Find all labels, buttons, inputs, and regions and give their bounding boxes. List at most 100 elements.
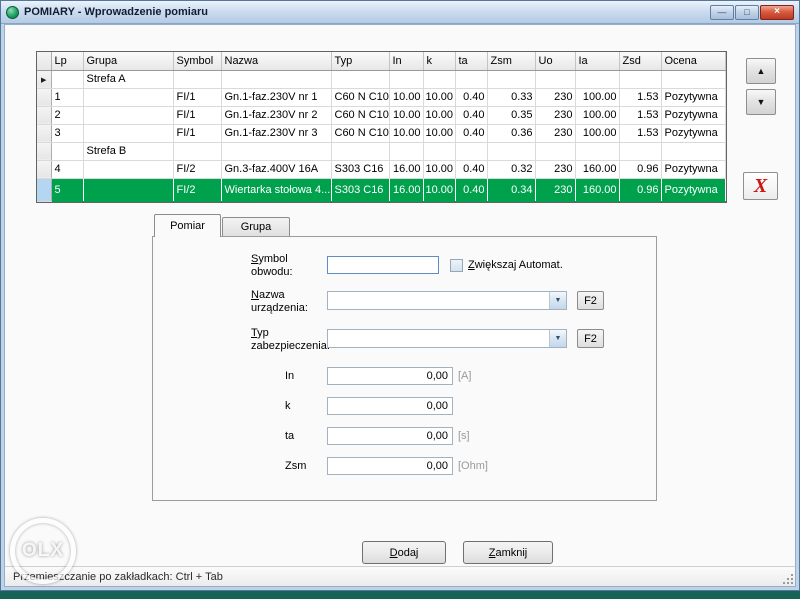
grid-cell[interactable]: 0.35 — [487, 106, 535, 124]
grid-cell[interactable]: 0.96 — [619, 160, 661, 178]
grid-cell[interactable]: 0.40 — [455, 88, 487, 106]
grid-cell[interactable]: 1.53 — [619, 106, 661, 124]
grid-cell[interactable]: C60 N C10 — [331, 106, 389, 124]
grid-cell[interactable] — [535, 70, 575, 88]
grid-cell[interactable]: 0.33 — [487, 88, 535, 106]
grid-column-header-k[interactable]: k — [423, 52, 455, 70]
grid-cell[interactable] — [173, 142, 221, 160]
k-input[interactable] — [327, 397, 453, 415]
minimize-button[interactable]: — — [710, 5, 734, 20]
device-name-combobox[interactable]: ▼ — [327, 291, 567, 310]
grid-cell[interactable]: Pozytywna — [661, 124, 725, 142]
maximize-button[interactable]: □ — [735, 5, 759, 20]
grid-cell[interactable]: 0.40 — [455, 124, 487, 142]
grid-cell[interactable]: 5 — [51, 178, 83, 201]
grid-cell[interactable]: 16.00 — [389, 160, 423, 178]
grid-cell[interactable]: 10.00 — [423, 88, 455, 106]
grid-cell[interactable]: 230 — [535, 160, 575, 178]
grid-cell[interactable]: 4 — [51, 160, 83, 178]
protection-type-combobox[interactable]: ▼ — [327, 329, 567, 348]
grid-cell[interactable]: 0.34 — [487, 178, 535, 201]
grid-column-header-zsm[interactable]: Zsm — [487, 52, 535, 70]
grid-cell[interactable]: Pozytywna — [661, 106, 725, 124]
grid-cell[interactable] — [83, 88, 173, 106]
auto-increment-checkbox[interactable] — [450, 259, 463, 272]
tab-grupa[interactable]: Grupa — [222, 217, 290, 236]
grid-column-header-nazwa[interactable]: Nazwa — [221, 52, 331, 70]
grid-cell[interactable]: FI/2 — [173, 178, 221, 201]
grid-cell[interactable]: FI/1 — [173, 106, 221, 124]
grid-cell[interactable]: Wiertarka stołowa 4... — [221, 178, 331, 201]
grid-cell[interactable]: 230 — [535, 178, 575, 201]
chevron-down-icon[interactable]: ▼ — [549, 330, 566, 347]
row-selector-cell[interactable] — [37, 124, 51, 142]
grid-column-header-uo[interactable]: Uo — [535, 52, 575, 70]
grid-column-header-ocena[interactable]: Ocena — [661, 52, 725, 70]
grid-cell[interactable]: Gn.1-faz.230V nr 2 — [221, 106, 331, 124]
grid-cell[interactable]: Gn.1-faz.230V nr 3 — [221, 124, 331, 142]
grid-cell[interactable]: 10.00 — [389, 124, 423, 142]
grid-cell[interactable] — [423, 70, 455, 88]
row-selector-cell[interactable] — [37, 88, 51, 106]
grid-cell[interactable]: 230 — [535, 124, 575, 142]
in-input[interactable] — [327, 367, 453, 385]
grid-cell[interactable] — [619, 142, 661, 160]
close-dialog-button[interactable]: Zamknij — [463, 541, 553, 564]
grid-cell[interactable]: 10.00 — [423, 124, 455, 142]
grid-cell[interactable]: 0.40 — [455, 160, 487, 178]
grid-cell[interactable]: C60 N C10 — [331, 124, 389, 142]
grid-cell[interactable] — [619, 70, 661, 88]
grid-cell[interactable] — [221, 70, 331, 88]
grid-cell[interactable]: FI/1 — [173, 88, 221, 106]
grid-cell[interactable]: 1.53 — [619, 88, 661, 106]
grid-column-header-symbol[interactable]: Symbol — [173, 52, 221, 70]
tab-pomiar[interactable]: Pomiar — [154, 214, 221, 237]
grid-cell[interactable]: 0.36 — [487, 124, 535, 142]
grid-cell[interactable]: 100.00 — [575, 88, 619, 106]
grid-column-header-in[interactable]: In — [389, 52, 423, 70]
grid-cell[interactable]: 1.53 — [619, 124, 661, 142]
delete-row-button[interactable]: X — [743, 172, 778, 200]
grid-cell[interactable] — [51, 142, 83, 160]
grid-cell[interactable]: 2 — [51, 106, 83, 124]
grid-cell[interactable]: Strefa A — [83, 70, 173, 88]
grid-cell[interactable]: 100.00 — [575, 124, 619, 142]
grid-cell[interactable]: Pozytywna — [661, 160, 725, 178]
grid-cell[interactable] — [83, 160, 173, 178]
row-selector-cell[interactable] — [37, 106, 51, 124]
grid-cell[interactable]: C60 N C10 — [331, 88, 389, 106]
grid-cell[interactable] — [51, 70, 83, 88]
grid-column-header-zsd[interactable]: Zsd — [619, 52, 661, 70]
ta-input[interactable] — [327, 427, 453, 445]
title-bar[interactable]: POMIARY - Wprowadzenie pomiaru — □ × — [1, 1, 799, 24]
row-selector-cell[interactable] — [37, 142, 51, 160]
grid-cell[interactable]: 230 — [535, 106, 575, 124]
grid-cell[interactable] — [83, 178, 173, 201]
row-selector-cell[interactable] — [37, 160, 51, 178]
grid-column-header-ta[interactable]: ta — [455, 52, 487, 70]
grid-cell[interactable]: 10.00 — [389, 106, 423, 124]
grid-cell[interactable] — [331, 142, 389, 160]
grid-column-header-typ[interactable]: Typ — [331, 52, 389, 70]
grid-cell[interactable] — [661, 70, 725, 88]
row-selector-cell[interactable]: ▶ — [37, 70, 51, 88]
grid-cell[interactable]: Gn.3-faz.400V 16A — [221, 160, 331, 178]
grid-cell[interactable]: 16.00 — [389, 178, 423, 201]
grid-cell[interactable]: 0.96 — [619, 178, 661, 201]
grid-column-header-ia[interactable]: Ia — [575, 52, 619, 70]
grid-cell[interactable] — [575, 70, 619, 88]
grid-cell[interactable]: 10.00 — [389, 88, 423, 106]
protection-f2-button[interactable]: F2 — [577, 329, 604, 348]
grid-cell[interactable]: 0.32 — [487, 160, 535, 178]
grid-cell[interactable] — [487, 70, 535, 88]
grid-column-header-grupa[interactable]: Grupa — [83, 52, 173, 70]
row-selector-cell[interactable] — [37, 178, 51, 201]
move-down-button[interactable]: ▼ — [746, 89, 776, 115]
close-button[interactable]: × — [760, 5, 794, 20]
grid-cell[interactable] — [173, 70, 221, 88]
grid-cell[interactable]: Strefa B — [83, 142, 173, 160]
grid-cell[interactable]: 100.00 — [575, 106, 619, 124]
grid-cell[interactable]: Pozytywna — [661, 178, 725, 201]
grid-cell[interactable]: Gn.1-faz.230V nr 1 — [221, 88, 331, 106]
grid-cell[interactable] — [221, 142, 331, 160]
